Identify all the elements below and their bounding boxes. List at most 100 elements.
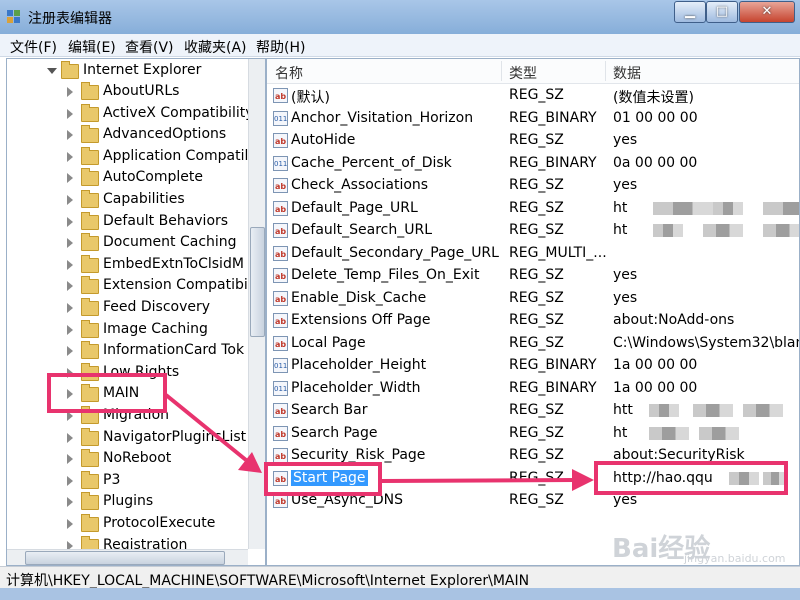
maximize-icon: □	[715, 4, 729, 19]
value-row[interactable]: 011 Cache_Percent_of_Disk REG_BINARY 0a 00 …	[267, 153, 799, 175]
redaction-mosaic	[743, 404, 783, 417]
value-row[interactable]: ab Enable_Disk_Cache REG_SZ yes	[267, 288, 799, 310]
collapse-arrow-icon[interactable]	[47, 68, 57, 74]
expand-arrow-icon[interactable]	[67, 281, 73, 292]
column-divider[interactable]	[605, 61, 606, 81]
expand-arrow-icon[interactable]	[67, 432, 73, 443]
minimize-button[interactable]: ▁	[674, 1, 706, 23]
string-value-icon: ab	[273, 133, 288, 148]
value-data-text: C:\Windows\System32\blan	[613, 334, 800, 351]
value-data-text: htt	[613, 402, 633, 418]
key-tree[interactable]: Internet Explorer AboutURLs ActiveX Compat…	[6, 58, 266, 566]
close-button[interactable]: ✕	[739, 1, 795, 23]
menu-view[interactable]: 查看(V)	[125, 37, 174, 57]
expand-arrow-icon[interactable]	[67, 497, 73, 508]
value-data-text: yes	[613, 267, 638, 283]
status-bar: 计算机\HKEY_LOCAL_MACHINE\SOFTWARE\Microsof…	[0, 566, 800, 589]
folder-icon	[81, 514, 99, 532]
menu-bar: 文件(F) 编辑(E) 查看(V) 收藏夹(A) 帮助(H)	[0, 34, 800, 57]
value-data: C:\Windows\System32\blan	[613, 334, 800, 351]
value-row[interactable]: 011 Placeholder_Height REG_BINARY 1a 00 00 …	[267, 355, 799, 377]
folder-icon	[81, 168, 99, 187]
string-value-icon: ab	[273, 425, 288, 441]
value-row[interactable]: ab Local Page REG_SZ C:\Windows\System32\bl…	[267, 333, 799, 355]
expand-arrow-icon[interactable]	[67, 130, 73, 141]
expand-arrow-icon[interactable]	[67, 87, 73, 97]
value-data-text: ht	[613, 222, 628, 238]
value-type: REG_SZ	[509, 312, 564, 328]
value-row[interactable]: ab Default_Secondary_Page_URL REG_MULTI_..…	[267, 243, 799, 265]
value-row[interactable]: ab Default_Page_URL REG_SZ ht	[267, 198, 799, 220]
value-data-text: about:NoAdd-ons	[613, 312, 735, 328]
tree-node-label: Extension Compatibi	[103, 277, 248, 294]
value-data-text: yes	[613, 177, 638, 193]
expand-arrow-icon[interactable]	[67, 324, 73, 335]
value-data: 1a 00 00 00	[613, 357, 697, 373]
value-data-text: (数值未设置)	[613, 90, 694, 106]
folder-icon	[81, 82, 99, 100]
string-value-icon: ab	[273, 403, 288, 418]
tree-horizontal-scroll-thumb[interactable]	[25, 551, 225, 565]
tree-node-label: Plugins	[103, 493, 154, 510]
expand-arrow-icon[interactable]	[67, 519, 73, 529]
column-divider[interactable]	[501, 61, 502, 81]
maximize-button[interactable]: □	[706, 1, 738, 23]
binary-value-icon: 011	[273, 358, 288, 373]
registry-editor-icon	[7, 10, 20, 23]
value-name: Extensions Off Page	[291, 312, 431, 328]
value-name: Local Page	[291, 334, 366, 351]
folder-icon	[81, 190, 99, 208]
string-value-icon: ab	[273, 290, 288, 306]
string-value-icon: ab	[273, 200, 288, 216]
expand-arrow-icon[interactable]	[67, 475, 73, 486]
column-header-data[interactable]: 数据	[613, 63, 641, 83]
value-row[interactable]: ab Extensions Off Page REG_SZ about:NoAdd-o…	[267, 310, 799, 332]
value-row[interactable]: 011 Anchor_Visitation_Horizon REG_BINARY 01…	[267, 108, 799, 130]
column-header-name[interactable]: 名称	[275, 63, 303, 83]
menu-help[interactable]: 帮助(H)	[256, 37, 305, 57]
value-row[interactable]: ab Check_Associations REG_SZ yes	[267, 175, 799, 197]
expand-arrow-icon[interactable]	[67, 259, 73, 270]
string-value-icon: ab	[273, 245, 288, 261]
menu-file[interactable]: 文件(F)	[10, 37, 57, 57]
value-type: REG_SZ	[509, 199, 564, 216]
expand-arrow-icon[interactable]	[67, 303, 73, 313]
expand-arrow-icon[interactable]	[67, 346, 73, 357]
redaction-mosaic	[763, 201, 799, 215]
tree-node-label: ActiveX Compatibility	[103, 104, 254, 121]
value-row[interactable]: ab Delete_Temp_Files_On_Exit REG_SZ yes	[267, 265, 799, 287]
string-value-icon: ab	[273, 313, 288, 328]
value-data: 01 00 00 00	[613, 110, 698, 126]
menu-favorites[interactable]: 收藏夹(A)	[184, 37, 247, 57]
menu-edit[interactable]: 编辑(E)	[68, 37, 116, 57]
tree-node-label: NoReboot	[103, 450, 172, 467]
title-bar: 注册表编辑器 ▁ □ ✕	[0, 0, 800, 34]
value-data: yes	[613, 267, 637, 283]
column-header-type[interactable]: 类型	[509, 63, 537, 83]
expand-arrow-icon[interactable]	[67, 454, 73, 465]
string-value-icon: ab	[273, 223, 288, 238]
minimize-icon: ▁	[685, 4, 695, 19]
value-data: (数值未设置)	[613, 87, 694, 107]
value-row[interactable]: ab AutoHide REG_SZ yes	[267, 130, 799, 152]
tree-horizontal-scrollbar[interactable]	[7, 549, 248, 565]
value-row[interactable]: ab Search Page REG_SZ ht	[267, 423, 799, 445]
expand-arrow-icon[interactable]	[67, 108, 73, 119]
value-type: REG_SZ	[509, 424, 564, 441]
value-row[interactable]: ab (默认) REG_SZ (数值未设置)	[267, 85, 799, 107]
expand-arrow-icon[interactable]	[67, 151, 73, 162]
expand-arrow-icon[interactable]	[67, 195, 73, 205]
value-row[interactable]: ab Search Bar REG_SZ htt	[267, 400, 799, 422]
value-type: REG_SZ	[509, 469, 564, 486]
expand-arrow-icon[interactable]	[67, 216, 73, 227]
value-row[interactable]: ab Default_Search_URL REG_SZ ht	[267, 220, 799, 242]
value-type: REG_SZ	[509, 447, 564, 463]
value-data: ht	[613, 425, 739, 441]
tree-vertical-scroll-thumb[interactable]	[250, 227, 265, 337]
tree-node-label: NavigatorPluginsList	[103, 428, 247, 445]
tree-node-label: Feed Discovery	[103, 299, 211, 315]
redaction-mosaic	[693, 404, 733, 417]
value-row[interactable]: 011 Placeholder_Width REG_BINARY 1a 00 00 0…	[267, 378, 799, 400]
expand-arrow-icon[interactable]	[67, 238, 73, 249]
expand-arrow-icon[interactable]	[67, 173, 73, 184]
